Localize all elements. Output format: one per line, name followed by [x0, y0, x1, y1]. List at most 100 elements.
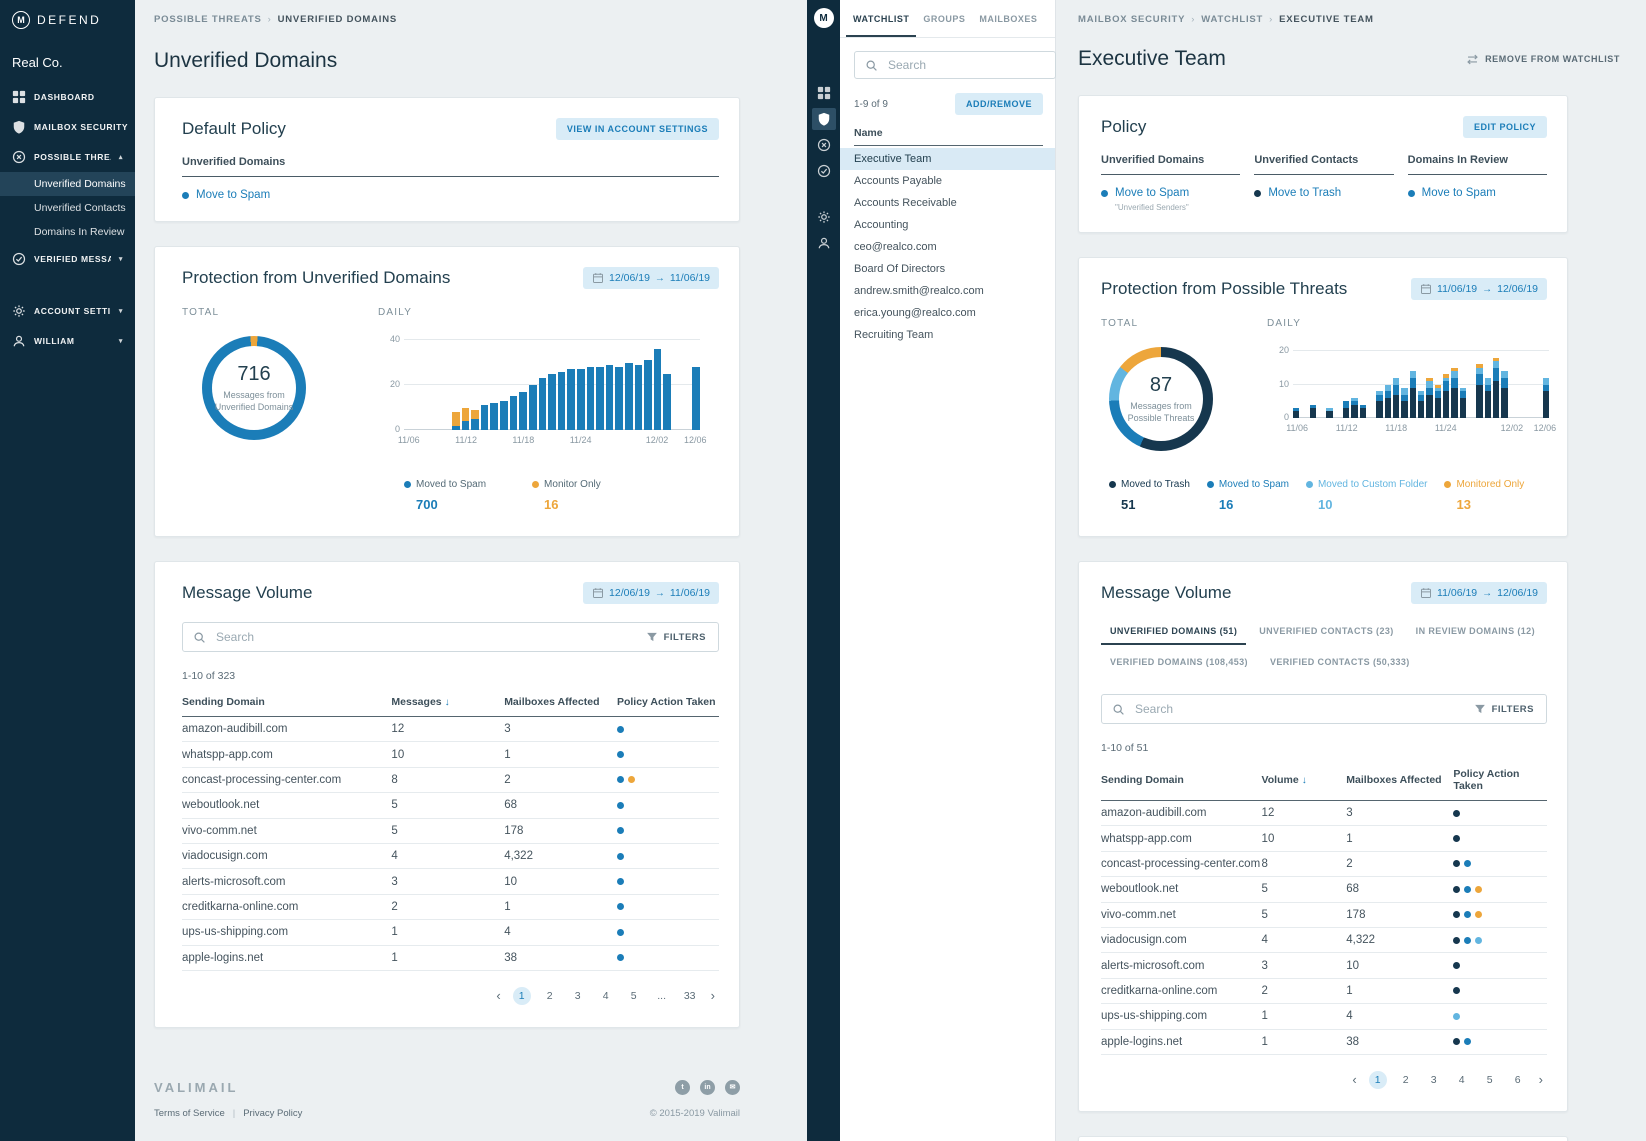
filters-button[interactable]: FILTERS	[1472, 703, 1536, 715]
page-3[interactable]: 3	[569, 987, 587, 1005]
add-remove-button[interactable]: ADD/REMOVE	[955, 93, 1043, 115]
watchlist-item[interactable]: Board Of Directors	[840, 258, 1055, 280]
breadcrumb-item[interactable]: POSSIBLE THREATS	[154, 14, 262, 25]
table-row[interactable]: viadocusign.com44,322	[182, 844, 719, 869]
chevron-left-icon[interactable]: ‹	[1350, 1072, 1358, 1087]
footer-link-terms-of-service[interactable]: Terms of Service	[154, 1108, 225, 1119]
date-range-picker[interactable]: 12/06/19 → 11/06/19	[583, 267, 719, 289]
date-range-picker[interactable]: 11/06/19 → 12/06/19	[1411, 582, 1547, 604]
page-2[interactable]: 2	[1397, 1071, 1415, 1089]
search-input[interactable]	[1133, 701, 1472, 717]
edit-policy-button[interactable]: EDIT POLICY	[1463, 116, 1547, 138]
tab-in-review-domains-12-[interactable]: IN REVIEW DOMAINS (12)	[1407, 618, 1544, 645]
table-row[interactable]: apple-logins.net138	[1101, 1030, 1547, 1055]
sidebar-subitem-domains-in-review[interactable]: Domains In Review	[0, 220, 135, 244]
circle-x-icon[interactable]	[812, 134, 836, 156]
page-2[interactable]: 2	[541, 987, 559, 1005]
table-row[interactable]: vivo-comm.net5178	[1101, 903, 1547, 928]
watchlist-item[interactable]: Accounting	[840, 214, 1055, 236]
shield-icon[interactable]	[812, 108, 836, 130]
mail-icon[interactable]: ✉	[725, 1080, 740, 1095]
table-row[interactable]: viadocusign.com44,322	[1101, 928, 1547, 953]
sidebar-item-verified-messages[interactable]: VERIFIED MESSAGES▾	[0, 244, 135, 274]
tab-verified-contacts-50-333-[interactable]: VERIFIED CONTACTS (50,333)	[1261, 649, 1419, 676]
chevron-right-icon[interactable]: ›	[709, 988, 717, 1003]
column-header-mailboxes-affected[interactable]: Mailboxes Affected	[504, 696, 617, 708]
sidebar-subitem-unverified-contacts[interactable]: Unverified Contacts	[0, 196, 135, 220]
page-6[interactable]: 6	[1509, 1071, 1527, 1089]
table-row[interactable]: alerts-microsoft.com310	[1101, 953, 1547, 978]
watchlist-item[interactable]: Accounts Payable	[840, 170, 1055, 192]
table-row[interactable]: concast-processing-center.com82	[1101, 852, 1547, 877]
table-row[interactable]: amazon-audibill.com123	[182, 717, 719, 742]
page-3[interactable]: 3	[1425, 1071, 1443, 1089]
pagination: ‹12345...33›	[155, 987, 717, 1027]
sidebar-subitem-unverified-domains[interactable]: Unverified Domains	[0, 172, 135, 196]
sidebar-item-william[interactable]: WILLIAM▾	[0, 326, 135, 356]
table-row[interactable]: weboutlook.net568	[182, 793, 719, 818]
watchlist-item[interactable]: andrew.smith@realco.com	[840, 280, 1055, 302]
sidebar-item-mailbox-security[interactable]: MAILBOX SECURITY	[0, 112, 135, 142]
remove-from-watchlist-button[interactable]: REMOVE FROM WATCHLIST	[1460, 52, 1626, 67]
sidebar-item-account-settings[interactable]: ACCOUNT SETTINGS▾	[0, 296, 135, 326]
page-1[interactable]: 1	[513, 987, 531, 1005]
table-row[interactable]: apple-logins.net138	[182, 946, 719, 971]
column-header-mailboxes-affected[interactable]: Mailboxes Affected	[1346, 774, 1453, 786]
table-row[interactable]: weboutlook.net568	[1101, 877, 1547, 902]
table-row[interactable]: creditkarna-online.com21	[1101, 979, 1547, 1004]
column-header-sending-domain[interactable]: Sending Domain	[1101, 774, 1262, 786]
tab-verified-domains-108-453-[interactable]: VERIFIED DOMAINS (108,453)	[1101, 649, 1257, 676]
filters-button[interactable]: FILTERS	[644, 631, 708, 643]
table-row[interactable]: alerts-microsoft.com310	[182, 869, 719, 894]
watchlist-search-input[interactable]	[886, 57, 1045, 73]
table-row[interactable]: creditkarna-online.com21	[182, 895, 719, 920]
column-header-volume[interactable]: Volume↓	[1262, 774, 1347, 786]
tab-unverified-domains-51-[interactable]: UNVERIFIED DOMAINS (51)	[1101, 618, 1246, 645]
tab-unverified-contacts-23-[interactable]: UNVERIFIED CONTACTS (23)	[1250, 618, 1402, 645]
page-4[interactable]: 4	[597, 987, 615, 1005]
page-5[interactable]: 5	[625, 987, 643, 1005]
search-input[interactable]	[214, 629, 644, 645]
twitter-icon[interactable]: t	[675, 1080, 690, 1095]
watchlist-item[interactable]: Executive Team	[840, 148, 1055, 170]
linkedin-icon[interactable]: in	[700, 1080, 715, 1095]
watchlist-item[interactable]: Accounts Receivable	[840, 192, 1055, 214]
watchlist-item[interactable]: ceo@realco.com	[840, 236, 1055, 258]
page-4[interactable]: 4	[1453, 1071, 1471, 1089]
sidebar-item-dashboard[interactable]: DASHBOARD	[0, 82, 135, 112]
watchlist-item[interactable]: erica.young@realco.com	[840, 302, 1055, 324]
watchlist-item[interactable]: Recruiting Team	[840, 324, 1055, 346]
column-header-policy-action-taken[interactable]: Policy Action Taken	[617, 696, 719, 708]
page-1[interactable]: 1	[1369, 1071, 1387, 1089]
tab-groups[interactable]: GROUPS	[916, 0, 972, 37]
table-row[interactable]: whatspp-app.com101	[182, 742, 719, 767]
circle-check-icon[interactable]	[812, 160, 836, 182]
column-header-policy-action-taken[interactable]: Policy Action Taken	[1453, 768, 1547, 792]
grid-icon[interactable]	[812, 82, 836, 104]
chevron-left-icon[interactable]: ‹	[494, 988, 502, 1003]
breadcrumb-item[interactable]: EXECUTIVE TEAM	[1279, 14, 1374, 25]
view-in-account-settings-button[interactable]: VIEW IN ACCOUNT SETTINGS	[556, 118, 719, 140]
table-row[interactable]: whatspp-app.com101	[1101, 826, 1547, 851]
tab-watchlist[interactable]: WATCHLIST	[846, 0, 916, 37]
sidebar-item-possible-threats[interactable]: POSSIBLE THREATS▴	[0, 142, 135, 172]
breadcrumb-item[interactable]: MAILBOX SECURITY	[1078, 14, 1185, 25]
column-header-messages[interactable]: Messages↓	[391, 696, 504, 708]
footer-link-privacy-policy[interactable]: Privacy Policy	[243, 1108, 302, 1119]
table-row[interactable]: amazon-audibill.com123	[1101, 801, 1547, 826]
date-range-picker[interactable]: 12/06/19 → 11/06/19	[583, 582, 719, 604]
table-row[interactable]: vivo-comm.net5178	[182, 819, 719, 844]
gear-icon[interactable]	[812, 206, 836, 228]
breadcrumb-item[interactable]: WATCHLIST	[1201, 14, 1263, 25]
table-row[interactable]: concast-processing-center.com82	[182, 768, 719, 793]
page-33[interactable]: 33	[681, 987, 699, 1005]
user-icon[interactable]	[812, 232, 836, 254]
breadcrumb-item[interactable]: UNVERIFIED DOMAINS	[278, 14, 397, 25]
table-row[interactable]: ups-us-shipping.com14	[182, 920, 719, 945]
column-header-sending-domain[interactable]: Sending Domain	[182, 696, 391, 708]
page-5[interactable]: 5	[1481, 1071, 1499, 1089]
table-row[interactable]: ups-us-shipping.com14	[1101, 1004, 1547, 1029]
date-range-picker[interactable]: 11/06/19 → 12/06/19	[1411, 278, 1547, 300]
chevron-right-icon[interactable]: ›	[1537, 1072, 1545, 1087]
tab-mailboxes[interactable]: MAILBOXES	[972, 0, 1044, 37]
